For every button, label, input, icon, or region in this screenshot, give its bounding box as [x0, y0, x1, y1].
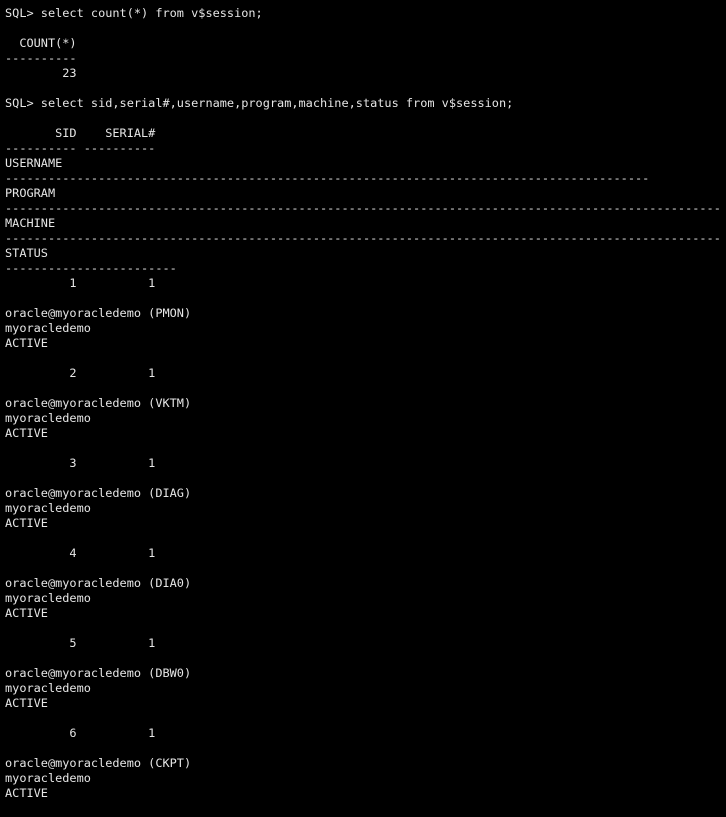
terminal-line: 23	[5, 66, 77, 80]
terminal-line: 3 1	[5, 456, 156, 470]
terminal-line: myoracledemo	[5, 771, 91, 785]
terminal-line: ACTIVE	[5, 426, 48, 440]
terminal-line: ACTIVE	[5, 606, 48, 620]
terminal-line: 1 1	[5, 276, 156, 290]
terminal-line: ----------	[5, 51, 77, 65]
terminal-line: SID SERIAL#	[5, 126, 156, 140]
terminal-line: ACTIVE	[5, 696, 48, 710]
terminal-line: 6 1	[5, 726, 156, 740]
terminal-line: MACHINE	[5, 216, 56, 230]
terminal-line: ----------------------------------------…	[5, 171, 650, 185]
terminal-line: STATUS	[5, 246, 48, 260]
terminal-line: PROGRAM	[5, 186, 56, 200]
terminal-line: ACTIVE	[5, 516, 48, 530]
terminal-line: ------------------------	[5, 261, 177, 275]
terminal-line: USERNAME	[5, 156, 63, 170]
terminal-line: oracle@myoracledemo (CKPT)	[5, 756, 192, 770]
terminal-line: myoracledemo	[5, 591, 91, 605]
terminal-line: oracle@myoracledemo (DIAG)	[5, 486, 192, 500]
terminal-line: 2 1	[5, 366, 156, 380]
terminal-line: ----------------------------------------…	[5, 201, 721, 215]
terminal-line: oracle@myoracledemo (DIA0)	[5, 576, 192, 590]
terminal-line: myoracledemo	[5, 681, 91, 695]
terminal-line: SQL> select count(*) from v$session;	[5, 6, 263, 20]
terminal-line: 4 1	[5, 546, 156, 560]
terminal-line: ACTIVE	[5, 786, 48, 800]
terminal-line: myoracledemo	[5, 501, 91, 515]
terminal-line: ACTIVE	[5, 336, 48, 350]
terminal-line: oracle@myoracledemo (PMON)	[5, 306, 192, 320]
terminal-line: COUNT(*)	[5, 36, 77, 50]
terminal-line: oracle@myoracledemo (DBW0)	[5, 666, 192, 680]
terminal-line: oracle@myoracledemo (VKTM)	[5, 396, 192, 410]
terminal-line: 5 1	[5, 636, 156, 650]
terminal-line: ----------------------------------------…	[5, 231, 721, 245]
terminal-line: myoracledemo	[5, 411, 91, 425]
terminal-line: myoracledemo	[5, 321, 91, 335]
terminal-window[interactable]: SQL> select count(*) from v$session; COU…	[0, 0, 726, 817]
terminal-line: ---------- ----------	[5, 141, 156, 155]
terminal-line: SQL> select sid,serial#,username,program…	[5, 96, 514, 110]
